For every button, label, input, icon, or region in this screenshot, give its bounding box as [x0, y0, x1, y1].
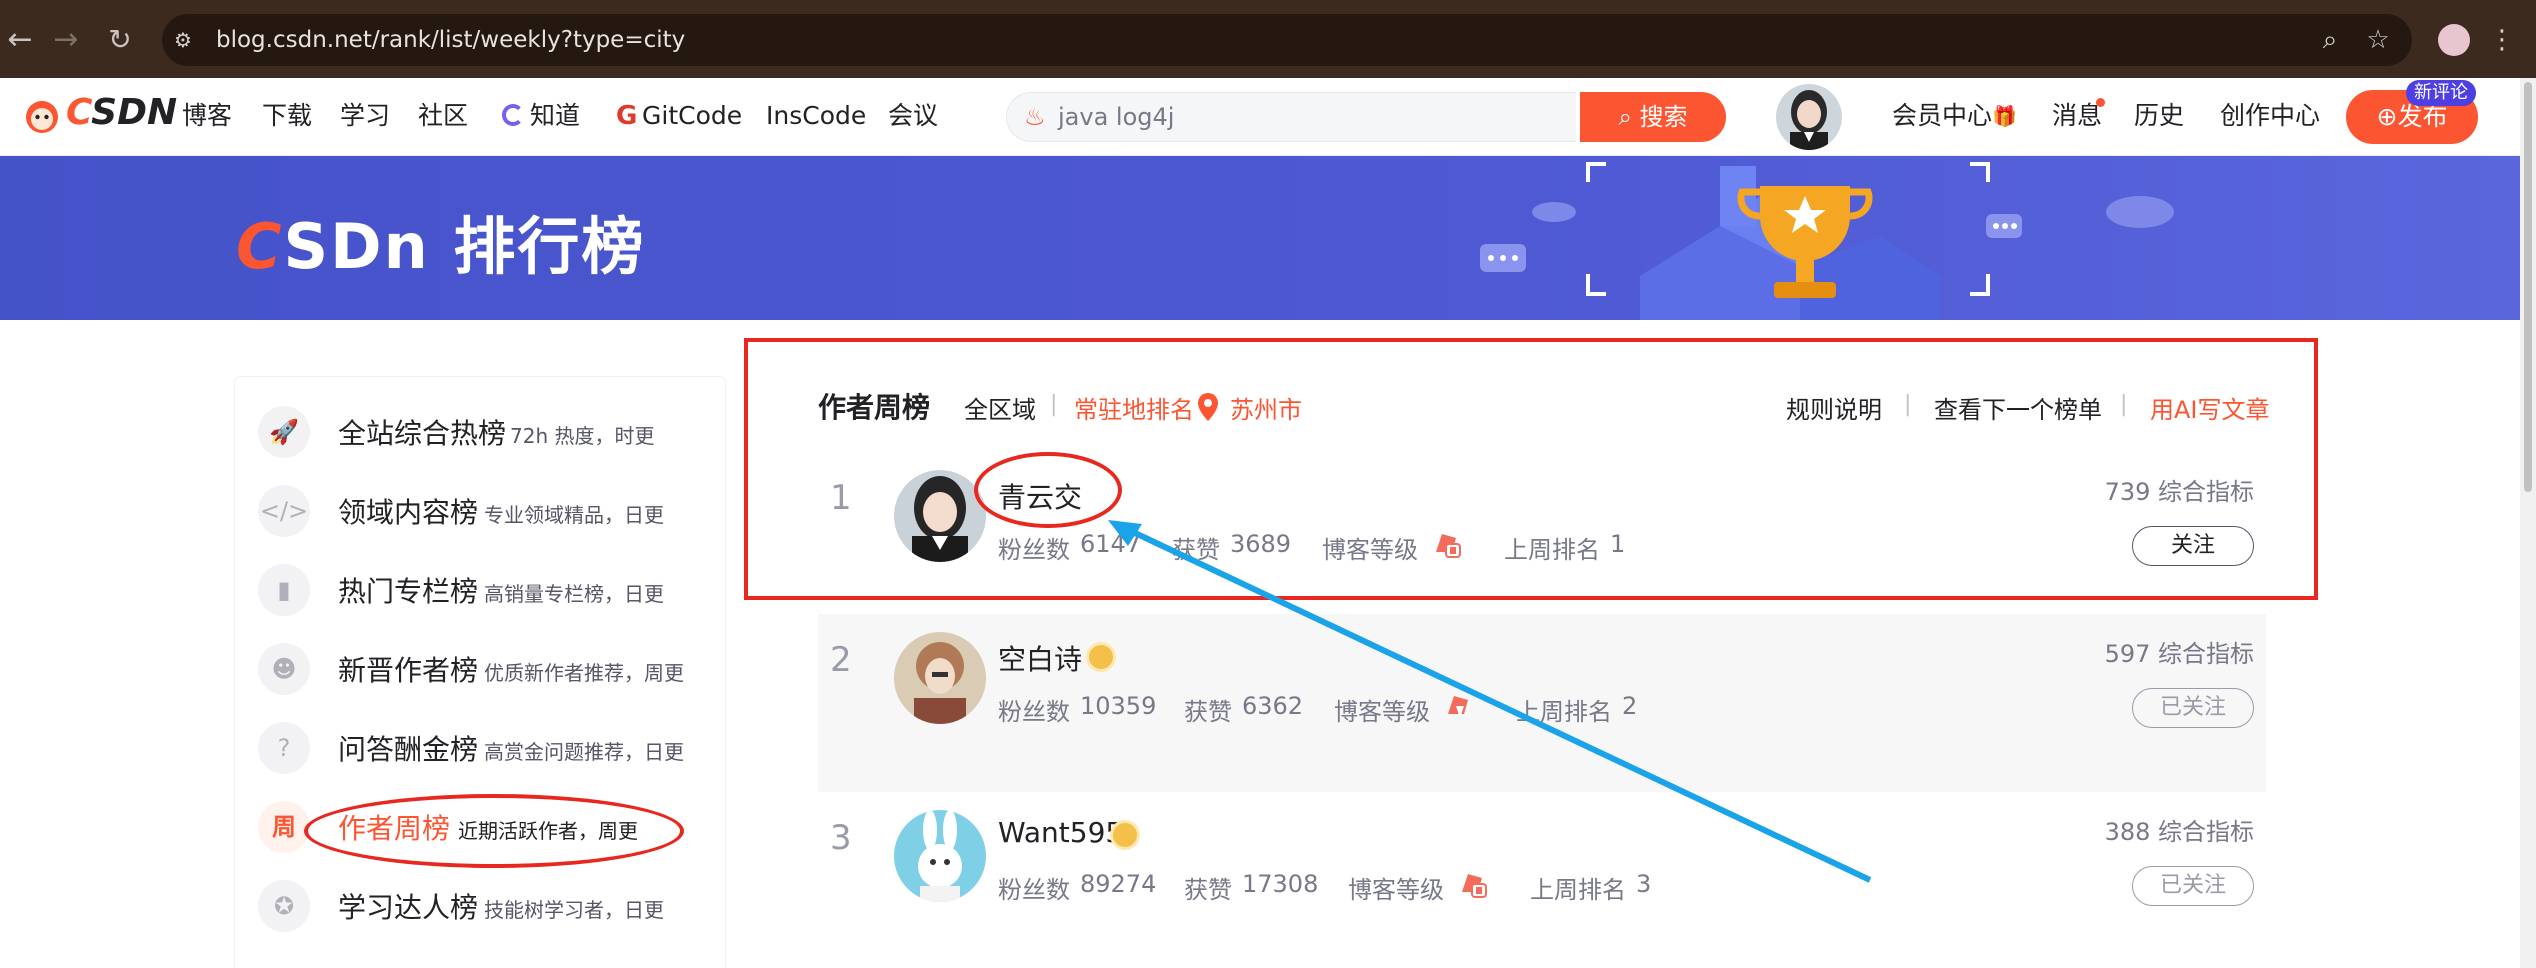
followed-button[interactable]: 已关注 — [2132, 866, 2254, 906]
sidebar-item-domain[interactable]: </> 领域内容榜 专业领域精品，日更 — [258, 481, 718, 541]
new-comment-badge: 新评论 — [2406, 80, 2476, 106]
reload-icon[interactable]: ↻ — [100, 20, 140, 60]
sidebar-item-site-hot[interactable]: 🚀 全站综合热榜 72h 热度，时更 — [258, 402, 718, 462]
followed-button[interactable]: 已关注 — [2132, 688, 2254, 728]
bookmark-star-icon[interactable]: ☆ — [2360, 22, 2396, 58]
forward-icon[interactable]: → — [46, 20, 86, 60]
search-button-label: 搜索 — [1639, 103, 1688, 131]
sidebar-item-column[interactable]: ▮ 热门专栏榜 高销量专栏榜，日更 — [258, 560, 718, 620]
annotation-arrow — [1108, 520, 1872, 883]
banner-title: CSDn 排行榜 — [236, 196, 645, 286]
nav-zhidao[interactable]: 知道 — [530, 96, 580, 136]
nav-meeting[interactable]: 会议 — [888, 96, 938, 136]
nav-download[interactable]: 下载 — [262, 96, 312, 136]
scrollbar-thumb[interactable] — [2524, 82, 2532, 492]
nav-gitcode[interactable]: GitCode — [642, 96, 742, 136]
csdn-logo-icon[interactable] — [22, 96, 62, 136]
banner-illustration — [1480, 162, 2174, 320]
code-icon: </> — [258, 485, 310, 537]
nav-learn[interactable]: 学习 — [340, 96, 390, 136]
plus-circle-icon: ⊕ — [2376, 102, 2398, 131]
search-button[interactable]: ⌕ 搜索 — [1580, 92, 1726, 142]
site-info-icon[interactable]: ⚙ — [174, 28, 198, 52]
nav-community[interactable]: 社区 — [418, 96, 468, 136]
composite-score: 388 综合指标 — [2104, 818, 2254, 846]
fans-label: 粉丝数 — [998, 698, 1070, 726]
sidebar-item-desc: 高赏金问题推荐，日更 — [484, 740, 684, 764]
composite-score: 597 综合指标 — [2104, 640, 2254, 668]
sidebar-item-desc: 技能树学习者，日更 — [484, 898, 664, 922]
search-icon: ⌕ — [1618, 103, 1640, 131]
nav-creator-center[interactable]: 创作中心 — [2220, 96, 2320, 136]
medal-icon: ✪ — [258, 880, 310, 932]
sidebar-item-title: 领域内容榜 — [338, 496, 479, 529]
author-avatar[interactable] — [894, 810, 986, 902]
sidebar-item-new-author[interactable]: ☻ 新晋作者榜 优质新作者推荐，周更 — [258, 639, 718, 699]
fans-label: 粉丝数 — [998, 876, 1070, 904]
sidebar-item-title: 问答酬金榜 — [338, 733, 479, 766]
sidebar-item-title: 热门专栏榜 — [338, 575, 479, 608]
flame-icon: ♨ — [1024, 103, 1046, 131]
sidebar-item-title: 全站综合热榜 — [338, 417, 507, 450]
sidebar-item-title: 新晋作者榜 — [338, 654, 479, 687]
rank-number: 3 — [830, 818, 852, 858]
annotation-circle-sidebar — [304, 794, 684, 868]
sidebar-item-learner[interactable]: ✪ 学习达人榜 技能树学习者，日更 — [258, 876, 718, 936]
url-text[interactable]: blog.csdn.net/rank/list/weekly?type=city — [216, 14, 685, 66]
menu-kebab-icon[interactable]: ⋮ — [2484, 22, 2520, 58]
sidebar-item-desc: 优质新作者推荐，周更 — [484, 661, 684, 685]
message-dot — [2096, 98, 2105, 107]
nav-messages[interactable]: 消息 — [2052, 96, 2102, 136]
nav-blog[interactable]: 博客 — [182, 96, 232, 136]
back-icon[interactable]: ← — [0, 20, 40, 60]
zhidao-icon — [502, 104, 524, 126]
gift-icon: 🎁 — [1992, 104, 2017, 128]
week-icon: 周 — [258, 801, 310, 853]
gitcode-icon: G — [616, 101, 638, 131]
banner-title-rest: SDn 排行榜 — [283, 210, 646, 283]
author-name[interactable]: 空白诗 — [998, 638, 1082, 678]
csdn-logo-text[interactable]: CSDN — [66, 92, 177, 133]
zoom-icon[interactable]: ⌕ — [2312, 22, 2348, 58]
sidebar-item-title: 学习达人榜 — [338, 891, 479, 924]
person-icon: ☻ — [258, 643, 310, 695]
publish-label: 发布 — [2397, 102, 2448, 131]
search-placeholder: java log4j — [1058, 103, 1175, 131]
profile-avatar-icon[interactable] — [2438, 24, 2470, 56]
sidebar-item-desc: 专业领域精品，日更 — [484, 503, 664, 527]
sidebar-item-desc: 72h 热度，时更 — [510, 424, 655, 448]
banner-title-c: C — [236, 210, 284, 283]
sidebar-item-qa-reward[interactable]: ? 问答酬金榜 高赏金问题推荐，日更 — [258, 718, 718, 778]
nav-vip-center[interactable]: 会员中心 — [1892, 96, 1992, 136]
nav-history[interactable]: 历史 — [2134, 96, 2184, 136]
rank-number: 2 — [830, 640, 852, 680]
question-icon: ? — [258, 722, 310, 774]
logo-rest: SDN — [91, 92, 178, 133]
nav-inscode[interactable]: InsCode — [766, 96, 866, 136]
user-avatar[interactable] — [1776, 84, 1842, 150]
rocket-icon: 🚀 — [258, 406, 310, 458]
author-avatar[interactable] — [894, 632, 986, 724]
sidebar-item-desc: 高销量专栏榜，日更 — [484, 582, 664, 606]
book-icon: ▮ — [258, 564, 310, 616]
